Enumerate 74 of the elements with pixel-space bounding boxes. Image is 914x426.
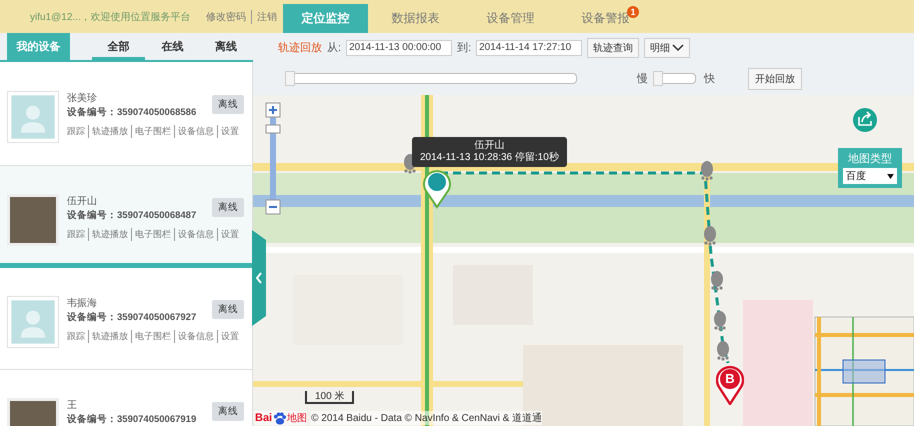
device-list-item[interactable]: 韦振海 设备编号：359074050067927 离线 跟踪 轨迹播放 电子围栏 设备信息 设置: [0, 268, 252, 370]
status-button[interactable]: 离线: [212, 300, 244, 319]
to-label: 到:: [457, 41, 472, 55]
footprint-icon: [704, 226, 716, 246]
map-logo: Bai 地图: [255, 411, 308, 425]
device-link[interactable]: 跟踪: [67, 330, 85, 343]
sidebar-title: 我的设备: [7, 33, 70, 60]
map-type-label: 地图类型: [848, 152, 892, 166]
slow-label: 慢: [637, 72, 648, 86]
device-list-item[interactable]: 伍开山 设备编号：359074050068487 离线 跟踪 轨迹播放 电子围栏 设备信息 设置: [0, 166, 252, 268]
device-link[interactable]: 电子围栏: [131, 330, 171, 343]
device-link[interactable]: 设置: [217, 125, 239, 138]
start-time-field[interactable]: 2014-11-13 00:00:00: [346, 40, 452, 56]
chevron-down-icon: [672, 44, 684, 52]
device-name: 韦振海: [67, 296, 98, 310]
location-pin-icon: [423, 170, 451, 208]
speed-slider[interactable]: [656, 73, 696, 84]
zoom-slider-drawing[interactable]: [266, 102, 280, 214]
nav-tab[interactable]: 定位监控: [283, 4, 368, 33]
map-type-select[interactable]: 百度: [843, 168, 897, 184]
device-link[interactable]: 设备信息: [174, 125, 214, 138]
device-number: 设备编号：359074050068487: [67, 209, 196, 222]
end-time-field[interactable]: 2014-11-14 17:27:10: [476, 40, 582, 56]
tooltip-info: 2014-11-13 10:28:36 停留:10秒: [420, 152, 559, 164]
collapse-handle[interactable]: [252, 230, 266, 326]
header-link[interactable]: 修改密码: [206, 10, 246, 24]
scale-bar: 100 米: [305, 391, 354, 404]
fast-label: 快: [704, 72, 715, 86]
device-name: 张美珍: [67, 92, 98, 105]
status-button[interactable]: 离线: [212, 402, 244, 421]
alert-badge: 1: [627, 6, 639, 18]
paw-icon: [273, 412, 286, 424]
header-link[interactable]: 注销: [251, 10, 277, 24]
device-list-item[interactable]: 张美珍 设备编号：359074050068586 离线 跟踪 轨迹播放 电子围栏 设备信息 设置: [0, 62, 252, 166]
start-playback-button[interactable]: 开始回放: [748, 68, 802, 90]
status-button[interactable]: 离线: [212, 198, 244, 217]
device-link[interactable]: 设置: [217, 330, 239, 343]
status-button[interactable]: 离线: [212, 95, 244, 114]
device-link[interactable]: 跟踪: [67, 228, 85, 241]
device-link[interactable]: 设备信息: [174, 330, 214, 343]
query-button[interactable]: 轨迹查询: [587, 38, 640, 58]
footprint-icon: [711, 271, 723, 291]
detail-button[interactable]: 明细: [644, 38, 690, 58]
filter-tab[interactable]: 全部: [92, 35, 146, 60]
from-label: 从:: [327, 41, 342, 55]
device-link[interactable]: 电子围栏: [131, 125, 171, 138]
playback-title: 轨迹回放: [278, 40, 322, 55]
end-marker: B: [716, 365, 744, 405]
map-attribution: © 2014 Baidu - Data © NavInfo & CenNavi & 道道通: [311, 411, 542, 425]
device-number: 设备编号：359074050067919: [67, 413, 196, 426]
progress-slider[interactable]: [288, 73, 577, 84]
footprint-icon: [701, 161, 713, 181]
nav-tab[interactable]: 数据报表: [368, 4, 463, 33]
welcome-text: yifu1@12...，欢迎使用位置服务平台: [30, 10, 192, 24]
footprint-icon: [714, 311, 726, 331]
device-link[interactable]: 设备信息: [174, 228, 214, 241]
device-list-item[interactable]: 王 设备编号：359074050067919 离线: [0, 370, 252, 426]
tooltip-name: 伍开山: [473, 140, 506, 152]
device-number: 设备编号：359074050067927: [67, 311, 196, 324]
device-name: 伍开山: [67, 194, 98, 208]
device-link[interactable]: 电子围栏: [131, 228, 171, 241]
dropdown-arrow-icon: [887, 174, 894, 178]
device-link[interactable]: 轨迹播放: [88, 125, 128, 138]
device-link[interactable]: 跟踪: [67, 125, 85, 138]
share-button[interactable]: [853, 108, 877, 132]
device-link[interactable]: 设置: [217, 228, 239, 241]
device-name: 王: [67, 399, 78, 412]
filter-tab[interactable]: 在线: [145, 35, 200, 60]
device-number: 设备编号：359074050068586: [67, 106, 196, 119]
device-link[interactable]: 轨迹播放: [88, 330, 128, 343]
filter-tab[interactable]: 离线: [199, 35, 254, 60]
footprint-icon: [717, 341, 729, 361]
nav-tab[interactable]: 设备管理: [463, 4, 558, 33]
device-link[interactable]: 轨迹播放: [88, 228, 128, 241]
